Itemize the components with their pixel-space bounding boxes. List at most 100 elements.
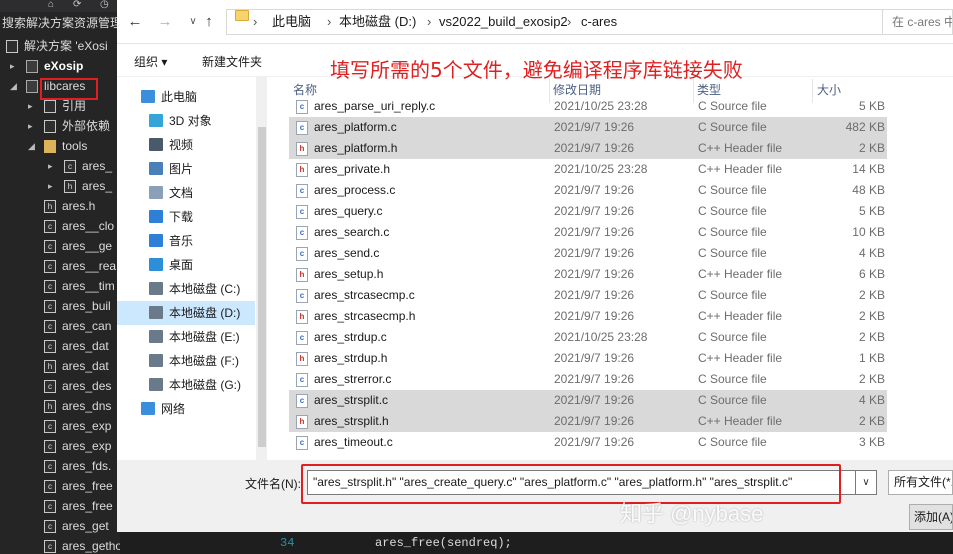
tree-item[interactable]: ▸ 外部依赖 [0, 116, 120, 136]
collapse-arrow-icon[interactable]: ◢ [28, 136, 38, 156]
add-button[interactable]: 添加(A) [909, 504, 953, 530]
file-row[interactable]: h ares_strdup.h 2021/9/7 19:26 C++ Header f… [289, 348, 887, 369]
nav-item[interactable]: 音乐 [117, 229, 255, 253]
tree-item[interactable]: c ares_exp [0, 416, 120, 436]
tree-item[interactable]: c ares__tim [0, 276, 120, 296]
vs-toolbar-icon[interactable]: ◷ [100, 0, 109, 10]
tree-item[interactable]: c ares_gethostbyname.c [0, 536, 120, 554]
nav-item[interactable]: 本地磁盘 (G:) [117, 373, 255, 397]
tree-item[interactable]: h ares.h [0, 196, 120, 216]
file-row[interactable]: c ares_strsplit.c 2021/9/7 19:26 C Source f… [289, 390, 887, 411]
breadcrumb-segment[interactable]: vs2022_build_exosip2 [439, 10, 568, 34]
solution-explorer-search[interactable]: 搜索解决方案资源管理 [0, 12, 120, 36]
breadcrumb-segment[interactable]: c-ares [581, 10, 617, 34]
file-row[interactable]: h ares_setup.h 2021/9/7 19:26 C++ Header fi… [289, 264, 887, 285]
tree-item[interactable]: c ares_des [0, 376, 120, 396]
breadcrumb-separator-icon[interactable]: › [567, 10, 571, 34]
expand-arrow-icon[interactable]: ▸ [48, 176, 58, 196]
header-file-icon: h [296, 310, 308, 324]
tree-item[interactable]: ▸ c ares_ [0, 156, 120, 176]
expand-arrow-icon[interactable]: ▸ [48, 156, 58, 176]
tree-item[interactable]: c ares__rea [0, 256, 120, 276]
file-row[interactable]: c ares_search.c 2021/9/7 19:26 C Source fil… [289, 222, 887, 243]
tree-item[interactable]: h ares_dat [0, 356, 120, 376]
new-folder-button[interactable]: 新建文件夹 [202, 53, 262, 70]
file-list-scrollbar[interactable] [933, 77, 953, 460]
tree-item[interactable]: c ares_can [0, 316, 120, 336]
vs-toolbar-icon[interactable]: ⟳ [73, 0, 81, 10]
chevron-down-icon[interactable]: ∨ [855, 470, 877, 495]
nav-item[interactable]: 视频 [117, 133, 255, 157]
nav-item[interactable]: 图片 [117, 157, 255, 181]
c-source-file-icon: c [296, 394, 308, 408]
breadcrumb-separator-icon[interactable]: › [427, 10, 431, 34]
tree-item[interactable]: 解决方案 'eXosi [0, 36, 120, 56]
nav-item[interactable]: 本地磁盘 (C:) [117, 277, 255, 301]
file-row[interactable]: c ares_process.c 2021/9/7 19:26 C Source fi… [289, 180, 887, 201]
breadcrumb-segment[interactable]: 此电脑 [272, 10, 311, 34]
file-row[interactable]: c ares_strcasecmp.c 2021/9/7 19:26 C Source… [289, 285, 887, 306]
h-file-icon: h [64, 180, 76, 193]
file-row[interactable]: h ares_private.h 2021/10/25 23:28 C++ Heade… [289, 159, 887, 180]
file-row[interactable]: c ares_query.c 2021/9/7 19:26 C Source file… [289, 201, 887, 222]
file-type-select[interactable]: 所有文件(*. [888, 470, 953, 495]
file-row[interactable]: c ares_strerror.c 2021/9/7 19:26 C Source f… [289, 369, 887, 390]
tree-item-label: ares_dat [62, 339, 109, 353]
expand-arrow-icon[interactable]: ▸ [28, 96, 38, 116]
expand-arrow-icon[interactable]: ▸ [10, 56, 20, 76]
nav-item[interactable]: 此电脑 [117, 85, 255, 109]
tree-item[interactable]: c ares_get [0, 516, 120, 536]
tree-item[interactable]: c ares_buil [0, 296, 120, 316]
nav-item-label: 3D 对象 [169, 114, 212, 128]
address-bar[interactable]: › 此电脑 › 本地磁盘 (D:) › vs2022_build_exosip2 › c-ar… [226, 9, 953, 35]
back-arrow-icon[interactable]: ← [125, 12, 145, 32]
nav-item[interactable]: 本地磁盘 (E:) [117, 325, 255, 349]
nav-item[interactable]: 下载 [117, 205, 255, 229]
breadcrumb-separator-icon[interactable]: › [253, 10, 257, 34]
vs-toolbar-icon[interactable]: ⌂ [48, 0, 54, 10]
file-type: C Source file [698, 204, 767, 218]
file-row[interactable]: h ares_platform.h 2021/9/7 19:26 C++ Header… [289, 138, 887, 159]
organize-button[interactable]: 组织 ▾ [134, 53, 167, 70]
tree-item[interactable]: c ares_fds. [0, 456, 120, 476]
tree-item[interactable]: c ares_free [0, 476, 120, 496]
tree-item-label: 外部依赖 [62, 119, 111, 133]
file-type: C Source file [698, 393, 767, 407]
file-row[interactable]: h ares_strsplit.h 2021/9/7 19:26 C++ Header… [289, 411, 887, 432]
file-row[interactable]: c ares_timeout.c 2021/9/7 19:26 C Source fi… [289, 432, 887, 453]
c-source-file-icon: c [296, 289, 308, 303]
tree-item[interactable]: ▸ h ares_ [0, 176, 120, 196]
file-row[interactable]: c ares_strdup.c 2021/10/25 23:28 C Source f… [289, 327, 887, 348]
tree-item[interactable]: c ares_free [0, 496, 120, 516]
breadcrumb-segment[interactable]: 本地磁盘 (D:) [339, 10, 416, 34]
tree-item[interactable]: c ares_exp [0, 436, 120, 456]
nav-item[interactable]: 本地磁盘 (D:) [117, 301, 255, 325]
expand-arrow-icon[interactable]: ▸ [28, 116, 38, 136]
file-row[interactable]: c ares_platform.c 2021/9/7 19:26 C Source f… [289, 117, 887, 138]
up-arrow-icon[interactable]: ↑ [199, 12, 219, 32]
search-input[interactable]: 在 c-ares 中 [882, 9, 953, 35]
nav-item[interactable]: 3D 对象 [117, 109, 255, 133]
nav-item[interactable]: 桌面 [117, 253, 255, 277]
nav-item[interactable]: 文档 [117, 181, 255, 205]
tree-item[interactable]: c ares__clo [0, 216, 120, 236]
forward-arrow-icon[interactable]: → [155, 12, 175, 32]
file-size: 4 KB [858, 246, 885, 260]
collapse-arrow-icon[interactable]: ◢ [10, 76, 20, 96]
file-row[interactable]: c ares_parse_uri_reply.c 2021/10/25 23:28 C… [289, 96, 887, 117]
tree-item[interactable]: ◢ tools [0, 136, 120, 156]
file-row[interactable]: c ares_send.c 2021/9/7 19:26 C Source file 4… [289, 243, 887, 264]
drive-c-icon [149, 282, 163, 295]
file-row[interactable]: h ares_strcasecmp.h 2021/9/7 19:26 C++ Head… [289, 306, 887, 327]
tree-item[interactable]: h ares_dns [0, 396, 120, 416]
nav-item[interactable]: 网络 [117, 397, 255, 421]
nav-item-label: 本地磁盘 (G:) [169, 378, 241, 392]
tree-item[interactable]: c ares_dat [0, 336, 120, 356]
tree-item[interactable]: ▸ eXosip [0, 56, 120, 76]
nav-item[interactable]: 本地磁盘 (F:) [117, 349, 255, 373]
nav-scrollbar-thumb[interactable] [258, 127, 266, 447]
header-file-icon: h [296, 268, 308, 282]
libcares-highlight-box [40, 78, 98, 100]
breadcrumb-separator-icon[interactable]: › [327, 10, 331, 34]
tree-item[interactable]: c ares__ge [0, 236, 120, 256]
